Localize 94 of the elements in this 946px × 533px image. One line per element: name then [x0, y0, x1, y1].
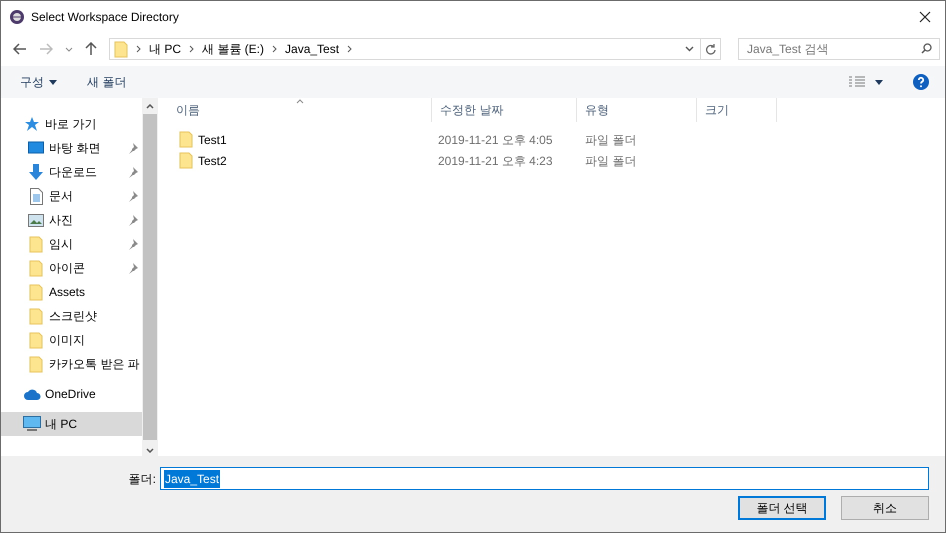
up-arrow-icon[interactable] — [85, 42, 97, 56]
folder-icon — [29, 308, 43, 324]
document-icon — [30, 188, 42, 204]
file-row[interactable]: Test2 2019-11-21 오후 4:23 파일 폴더 — [168, 150, 945, 171]
sidebar-label: Assets — [49, 284, 86, 301]
folder-icon — [114, 40, 128, 58]
pin-icon[interactable] — [128, 166, 138, 178]
caret-icon — [49, 80, 57, 84]
sidebar-item[interactable]: Assets — [1, 280, 142, 304]
search-field[interactable]: Java_Test 검색 — [738, 38, 940, 60]
chevron-right-icon[interactable] — [136, 45, 141, 53]
sidebar-item[interactable]: OneDrive — [1, 382, 142, 406]
chevron-right-icon[interactable] — [347, 45, 352, 53]
folder-icon — [179, 152, 193, 169]
sidebar-item[interactable]: 다운로드 — [1, 160, 142, 184]
sidebar-label: 이미지 — [49, 332, 85, 349]
file-name: Test2 — [198, 152, 227, 170]
modified-date: 2019-11-21 오후 4:23 — [437, 152, 554, 170]
close-icon[interactable] — [919, 11, 931, 23]
folder-name-field[interactable]: Java_Test — [160, 467, 929, 490]
sidebar-label: 다운로드 — [49, 164, 97, 181]
modified-date: 2019-11-21 오후 4:05 — [437, 132, 554, 148]
select-folder-button[interactable]: 폴더 선택 — [738, 496, 826, 520]
pin-icon[interactable] — [128, 238, 138, 250]
down-arrow-icon — [28, 164, 44, 180]
sidebar-item[interactable]: 사진 — [1, 208, 142, 232]
scrollbar[interactable] — [142, 98, 158, 456]
view-list-icon[interactable] — [849, 76, 865, 88]
sidebar-item[interactable]: 임시 — [1, 232, 142, 256]
sidebar-item[interactable]: 아이콘 — [1, 256, 142, 280]
sidebar-item[interactable]: 바탕 화면 — [1, 136, 142, 160]
folder-icon — [179, 131, 193, 148]
sidebar-item[interactable]: 문서 — [1, 184, 142, 208]
pin-icon[interactable] — [128, 190, 138, 202]
column-header[interactable]: 이름 — [168, 98, 432, 122]
refresh-icon[interactable] — [705, 43, 716, 55]
folder-icon — [29, 236, 43, 252]
chevron-down-icon[interactable] — [685, 46, 694, 52]
file-name: Test1 — [198, 132, 227, 148]
column-header[interactable]: 유형 — [577, 98, 697, 122]
sort-caret-icon — [296, 99, 304, 104]
pin-icon[interactable] — [128, 214, 138, 226]
sidebar-label: 아이콘 — [49, 260, 85, 277]
sidebar-item[interactable]: 이미지 — [1, 328, 142, 352]
sidebar-label: 바탕 화면 — [49, 140, 100, 157]
sidebar-label: OneDrive — [45, 386, 96, 403]
search-icon[interactable] — [921, 43, 932, 54]
scrollbar-thumb[interactable] — [143, 114, 157, 440]
help-icon[interactable] — [913, 74, 929, 90]
folder-icon — [29, 356, 43, 372]
sidebar-label: 카카오톡 받은 파 — [49, 356, 140, 373]
app-icon — [9, 9, 25, 25]
file-type: 파일 폴더 — [584, 132, 638, 148]
chevron-right-icon[interactable] — [272, 45, 278, 53]
new-folder-button[interactable]: 새 폴더 — [87, 73, 126, 91]
folder-icon — [29, 284, 43, 300]
sidebar-item[interactable]: 내 PC — [1, 412, 142, 436]
file-row[interactable]: Test1 2019-11-21 오후 4:05 파일 폴더 — [168, 129, 945, 150]
chevron-down-icon[interactable] — [146, 448, 154, 453]
sidebar-label: 사진 — [49, 212, 73, 229]
cancel-button[interactable]: 취소 — [841, 496, 929, 520]
star-icon — [24, 116, 40, 132]
folder-icon — [29, 332, 43, 348]
monitor-icon — [28, 141, 44, 155]
sidebar-label: 내 PC — [45, 416, 78, 433]
sidebar-item[interactable]: 바로 가기 — [1, 112, 142, 136]
window-title: Select Workspace Directory — [31, 9, 179, 26]
chevron-down-icon[interactable] — [65, 46, 73, 52]
pin-icon[interactable] — [128, 142, 138, 154]
picture-icon — [28, 214, 44, 226]
column-header[interactable]: 수정한 날짜 — [432, 98, 577, 122]
sidebar-label: 스크린샷 — [49, 308, 97, 325]
sidebar-item[interactable]: 스크린샷 — [1, 304, 142, 328]
breadcrumb[interactable]: Java_Test — [285, 40, 340, 58]
organize-menu-button[interactable]: 구성 — [20, 73, 57, 91]
caret-icon[interactable] — [875, 80, 883, 84]
chevron-right-icon[interactable] — [189, 45, 194, 53]
computer-icon — [23, 416, 41, 432]
folder-label: 폴더: — [128, 470, 157, 488]
file-type: 파일 폴더 — [584, 152, 638, 170]
chevron-up-icon[interactable] — [146, 104, 154, 109]
breadcrumb[interactable]: 내 PC — [149, 40, 182, 58]
back-arrow-icon[interactable] — [13, 43, 27, 55]
address-bar[interactable]: 내 PC 새 볼륨 (E:) Java_Test — [109, 38, 721, 60]
sidebar-label: 문서 — [49, 188, 73, 205]
cloud-icon — [24, 388, 40, 400]
breadcrumb[interactable]: 새 볼륨 (E:) — [202, 40, 264, 58]
selected-text: Java_Test — [164, 470, 220, 488]
sidebar-item[interactable]: 카카오톡 받은 파 — [1, 352, 142, 376]
sidebar-label: 임시 — [49, 236, 73, 253]
pin-icon[interactable] — [128, 262, 138, 274]
column-header[interactable]: 크기 — [697, 98, 777, 122]
sidebar-label: 바로 가기 — [45, 116, 96, 133]
folder-icon — [29, 260, 43, 276]
